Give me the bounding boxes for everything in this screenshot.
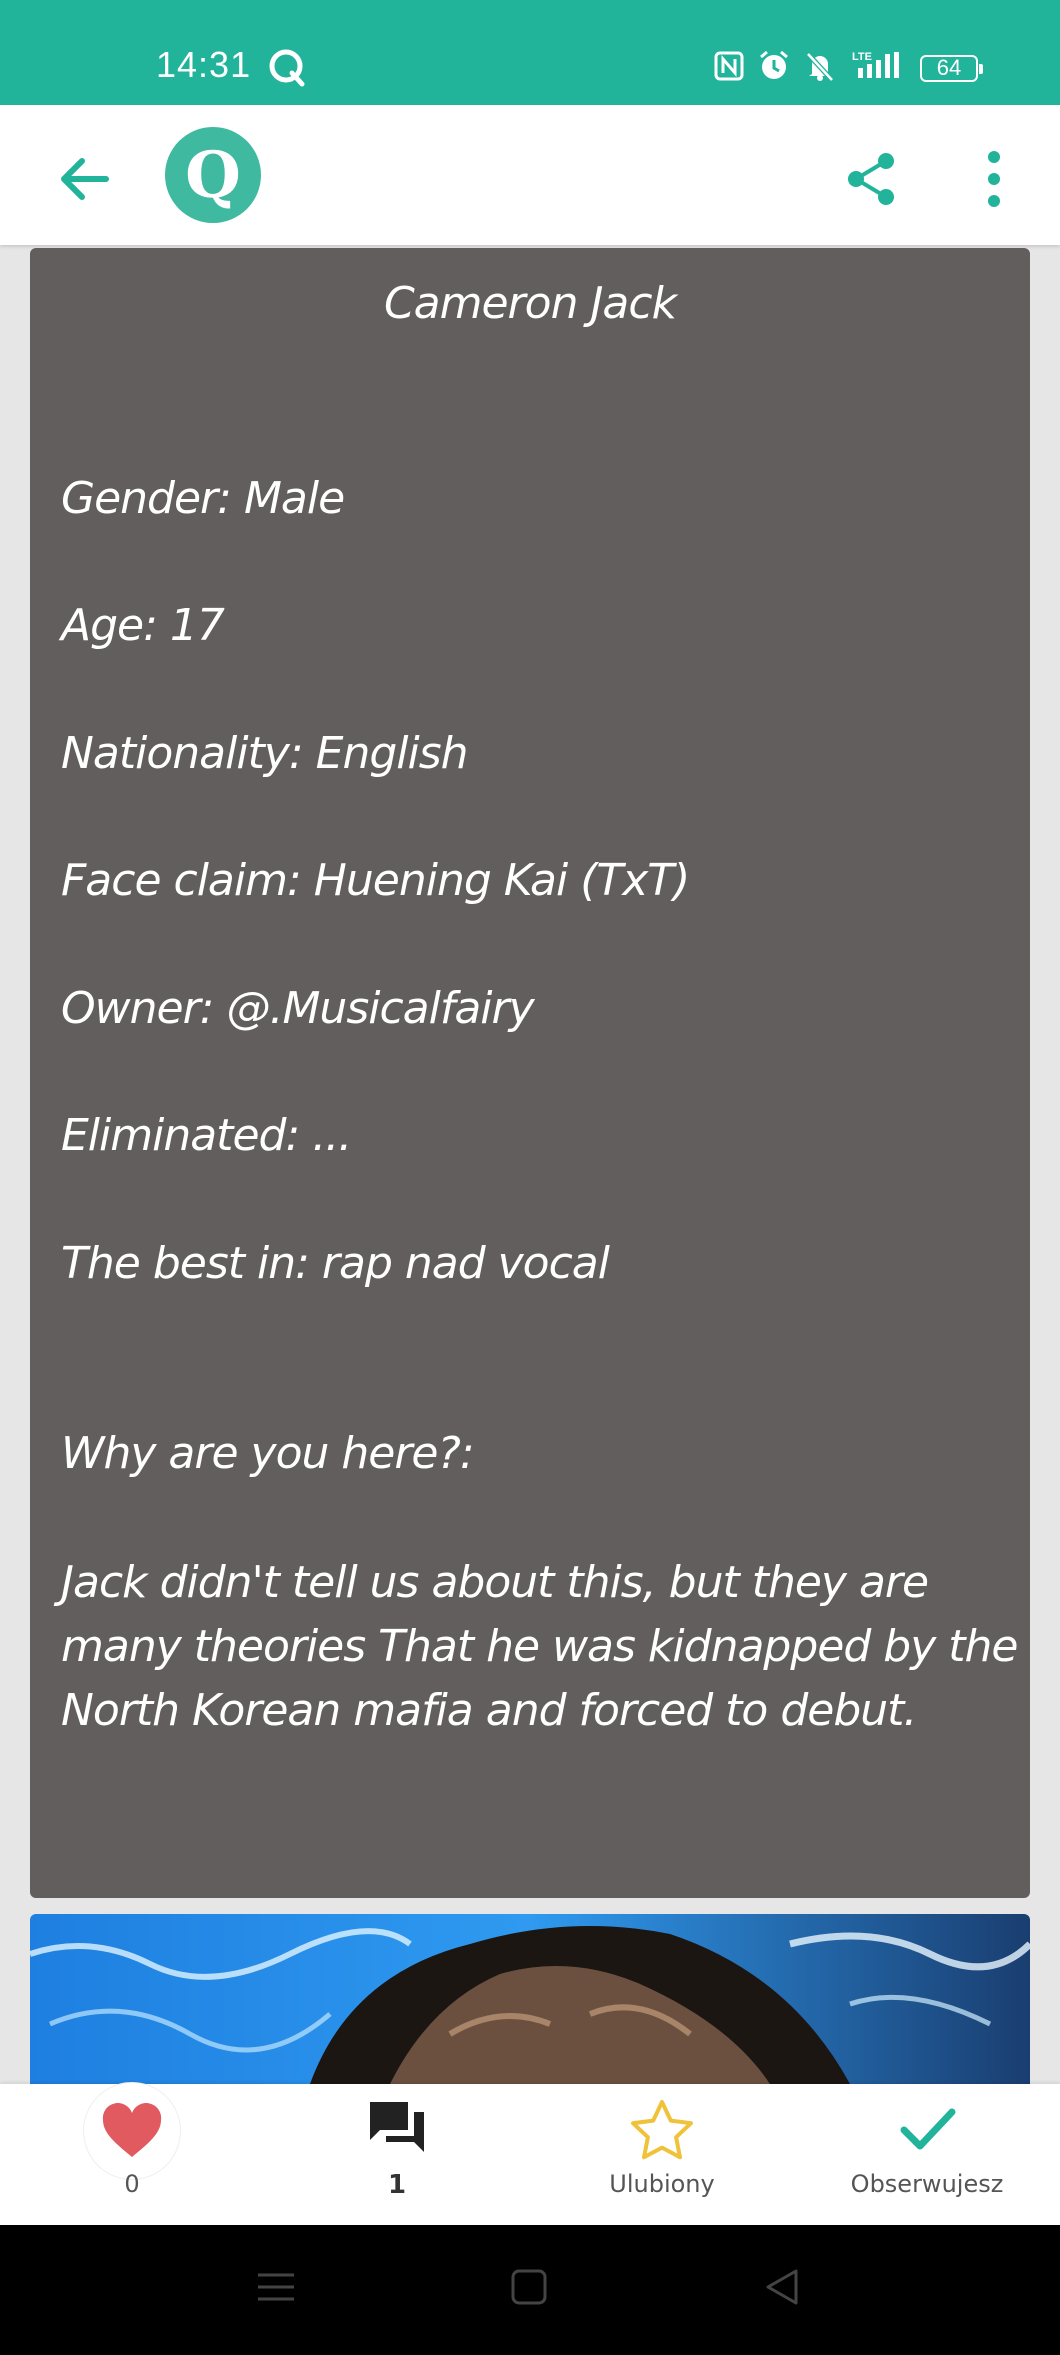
favorite-button[interactable]: Ulubiony <box>562 2084 762 2225</box>
app-logo[interactable]: Q <box>165 127 261 223</box>
status-time: 14:31 <box>156 44 252 85</box>
more-vert-icon[interactable] <box>968 149 1020 209</box>
heart-icon <box>83 2082 181 2180</box>
field-eliminated: Eliminated: ... <box>61 1110 352 1161</box>
status-bar: 14:31 LTE 64 <box>0 0 1060 105</box>
like-icon-wrap <box>83 2082 181 2180</box>
star-icon <box>629 2098 695 2166</box>
field-gender: Gender: Male <box>61 473 345 524</box>
field-best-in: The best in: rap nad vocal <box>61 1238 610 1289</box>
app-bar: Q <box>0 105 1060 245</box>
character-card: Cameron Jack Gender: Male Age: 17 Nation… <box>30 248 1030 1898</box>
comments-count: 1 <box>387 2170 407 2200</box>
favorite-label: Ulubiony <box>609 2170 715 2198</box>
action-bar: 0 1 Ulubiony Obserwujesz <box>0 2082 1060 2225</box>
comments-button[interactable]: 1 <box>297 2084 497 2225</box>
back-arrow-icon[interactable] <box>52 147 116 211</box>
system-nav-bar <box>0 2225 1060 2355</box>
home-icon[interactable] <box>509 2267 549 2311</box>
comments-icon <box>366 2098 428 2164</box>
battery-icon: 64 <box>920 54 983 82</box>
back-triangle-icon[interactable] <box>762 2267 802 2311</box>
lte-signal-icon: LTE <box>850 50 906 86</box>
like-button[interactable]: 0 <box>32 2082 232 2225</box>
character-image[interactable] <box>30 1914 1030 2084</box>
follow-button[interactable]: Obserwujesz <box>827 2084 1027 2225</box>
mute-icon <box>804 50 836 86</box>
q-app-icon <box>268 48 308 92</box>
field-owner: Owner: @.Musicalfairy <box>61 983 535 1034</box>
story-text: Jack didn't tell us about this, but they… <box>61 1557 1018 1736</box>
field-age: Age: 17 <box>61 600 225 651</box>
field-nationality: Nationality: English <box>61 728 469 779</box>
field-why-here: Why are you here?: <box>61 1428 475 1479</box>
follow-label: Obserwujesz <box>850 2170 1004 2198</box>
menu-icon[interactable] <box>256 2267 296 2311</box>
field-face-claim: Face claim: Huening Kai (TxT) <box>61 855 690 906</box>
nfc-icon <box>714 51 744 85</box>
like-count: 0 <box>124 2170 140 2198</box>
check-icon <box>896 2098 958 2164</box>
status-icons: LTE 64 <box>714 50 983 86</box>
share-icon[interactable] <box>842 149 902 209</box>
card-title: Cameron Jack <box>383 278 677 329</box>
alarm-icon <box>758 50 790 86</box>
svg-text:LTE: LTE <box>852 51 872 63</box>
